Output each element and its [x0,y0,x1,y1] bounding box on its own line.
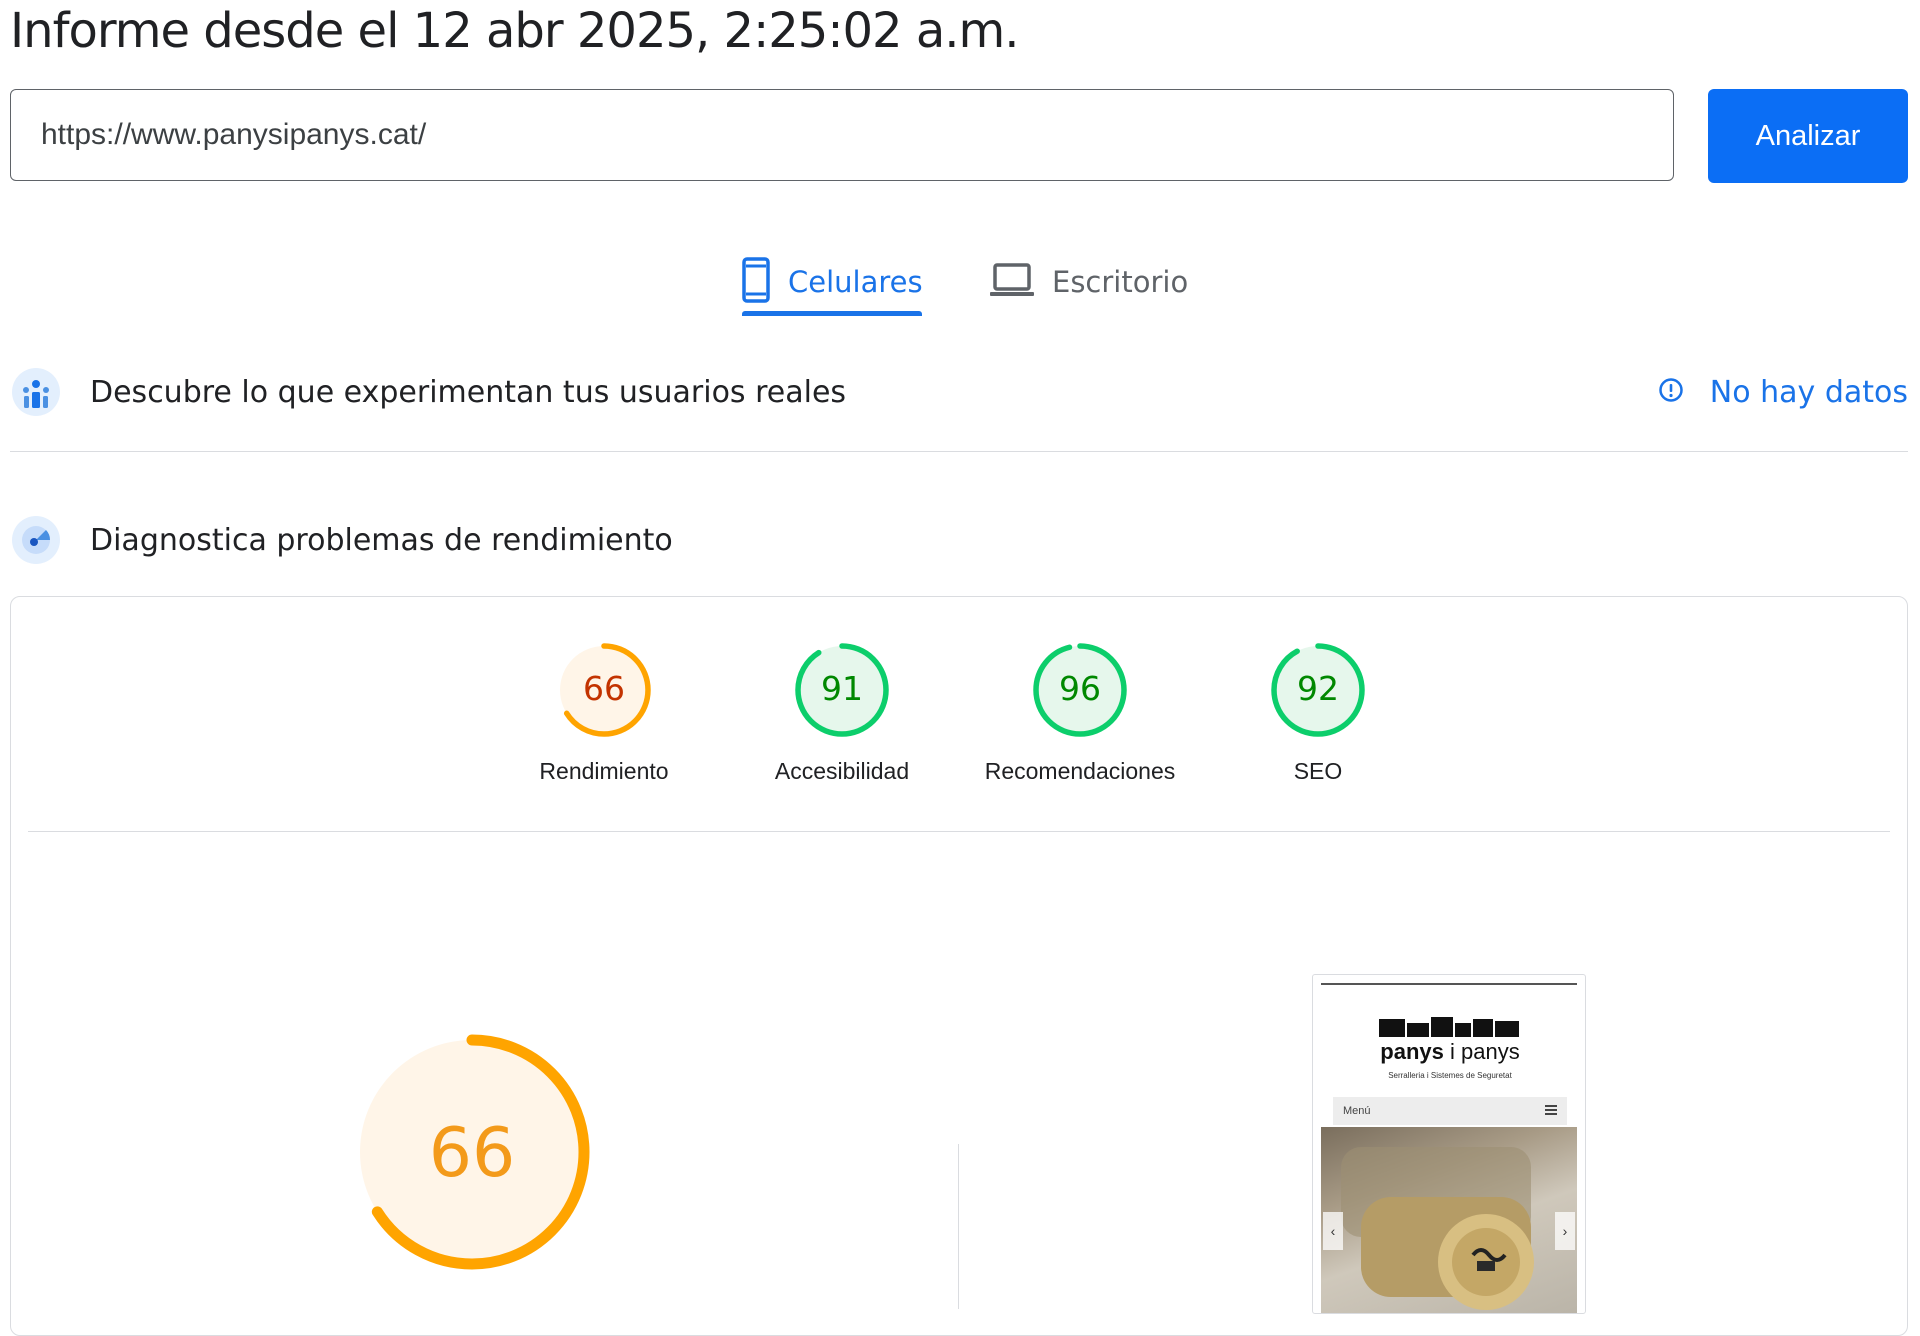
screenshot-brand: panys i panys [1313,1039,1585,1065]
score-label: Recomendaciones [984,758,1176,784]
card-divider [28,831,1890,832]
score-label: SEO [1293,758,1343,784]
users-chart-icon [10,366,62,418]
no-data-link[interactable]: No hay datos [1658,364,1908,420]
section-divider [10,451,1908,452]
score-gauge-performance[interactable]: 66 Rendimiento [484,640,724,785]
score-label: Rendimiento [539,758,669,784]
brand-rest: i panys [1450,1039,1520,1064]
info-icon [1658,377,1684,408]
crux-section: Descubre lo que experimentan tus usuario… [10,364,1908,420]
url-input[interactable] [10,89,1674,181]
vertical-divider [958,1144,959,1309]
analyze-button[interactable]: Analizar [1708,89,1908,183]
screenshot-menu-label: Menú [1343,1105,1371,1117]
tab-desktop[interactable]: Escritorio [990,242,1190,322]
brand-logo-icon [1379,1017,1519,1037]
tab-mobile-label: Celulares [788,265,923,299]
tab-desktop-label: Escritorio [1052,265,1189,299]
report-title: Informe desde el 12 abr 2025, 2:25:02 a.… [10,3,1020,59]
score-gauge-best-practices[interactable]: 96 Recomendaciones [960,640,1200,785]
laptop-icon [990,262,1034,303]
score-value: 91 [821,669,863,708]
score-value: 92 [1297,669,1339,708]
smartphone-icon [742,256,770,308]
lock-cylinder-photo: ‹ › [1321,1127,1577,1313]
page-screenshot: panys i panys Serralleria i Sistemes de … [1312,974,1586,1314]
screenshot-top-line [1321,983,1577,985]
screenshot-menu-bar: Menú [1333,1097,1567,1125]
score-gauge-accessibility[interactable]: 91 Accesibilidad [722,640,962,785]
score-value: 66 [583,669,625,708]
score-gauge-seo[interactable]: 92 SEO [1198,640,1438,785]
tab-mobile[interactable]: Celulares [742,242,923,322]
score-value: 96 [1059,669,1101,708]
performance-gauge-large: 66 [350,1030,594,1274]
score-label: Accesibilidad [774,758,910,784]
diagnostics-icon [10,514,62,566]
lab-title: Diagnostica problemas de rendimiento [90,522,673,558]
carousel-next-button[interactable]: › [1555,1212,1575,1250]
hamburger-icon [1545,1104,1557,1118]
no-data-label: No hay datos [1709,374,1908,410]
carousel-prev-button[interactable]: ‹ [1323,1212,1343,1250]
crux-title: Descubre lo que experimentan tus usuario… [90,374,847,410]
active-tab-indicator [742,311,922,316]
screenshot-tagline: Serralleria i Sistemes de Seguretat [1388,1071,1512,1080]
lock-cylinder-image [1341,1147,1534,1310]
performance-score-value: 66 [429,1114,516,1193]
brand-bold: panys [1380,1039,1444,1064]
lab-section: Diagnostica problemas de rendimiento [10,512,1908,568]
